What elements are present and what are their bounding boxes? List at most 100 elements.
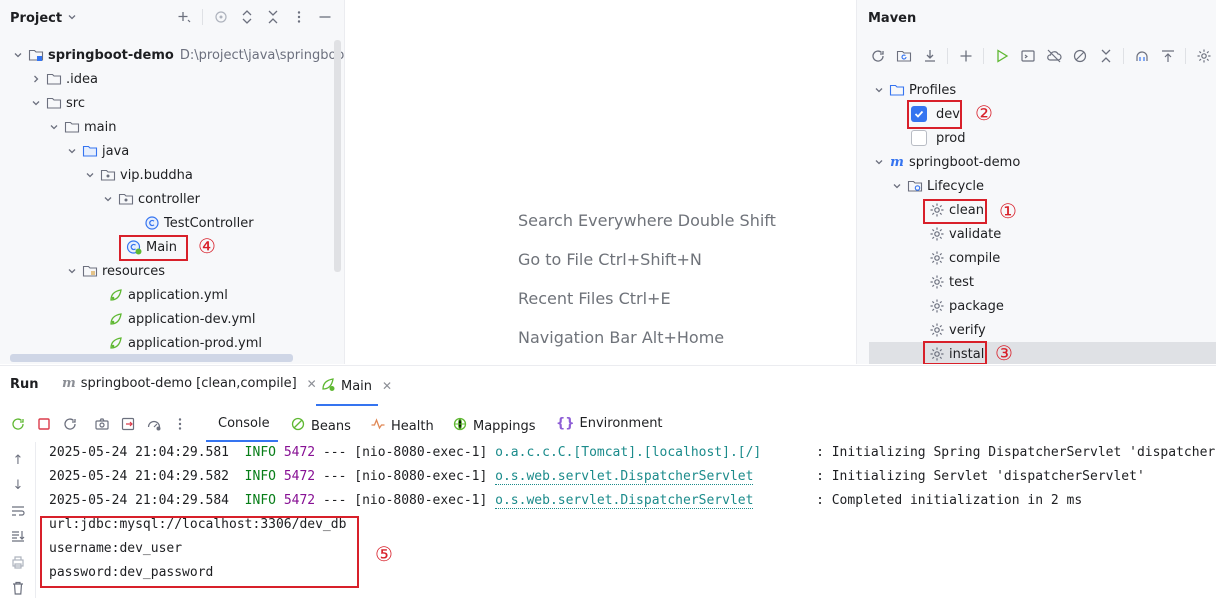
more-options-icon[interactable] xyxy=(172,416,188,432)
folder-reload-icon[interactable] xyxy=(895,47,912,64)
highlight-main xyxy=(119,235,188,261)
minimize-icon[interactable] xyxy=(317,9,333,25)
soft-wrap-icon[interactable] xyxy=(10,503,26,519)
chevron-down-icon[interactable] xyxy=(67,11,77,26)
scroll-to-end-icon[interactable] xyxy=(10,528,26,544)
tree-item-testcontroller[interactable]: TestController xyxy=(144,211,254,235)
phase-compile[interactable]: compile xyxy=(929,246,1000,270)
tab-springboot-demo-clean-compile[interactable]: m springboot-demo [clean,compile] ✕ xyxy=(62,376,317,391)
restart-icon[interactable] xyxy=(62,416,78,432)
tree-item-vip-buddha[interactable]: vip.buddha xyxy=(82,163,193,187)
tab-mappings[interactable]: Mappings xyxy=(452,416,536,436)
arrow-down-icon[interactable]: ↓ xyxy=(10,477,26,493)
phase-test[interactable]: test xyxy=(929,270,974,294)
tree-item-springboot-demo[interactable]: springboot-demo D:\project\java\springbo… xyxy=(10,43,344,67)
tree-item-maven-project[interactable]: m springboot-demo xyxy=(871,150,1020,174)
tree-item-label: TestController xyxy=(164,215,254,231)
collapse-icon[interactable] xyxy=(1097,47,1114,64)
run-title: Run xyxy=(10,377,39,392)
offline-icon[interactable] xyxy=(1045,47,1062,64)
resources-folder-icon xyxy=(82,263,98,279)
chevron-down-icon[interactable] xyxy=(871,82,887,98)
tree-item-lifecycle[interactable]: Lifecycle xyxy=(889,174,984,198)
chevron-down-icon[interactable] xyxy=(889,178,905,194)
tree-item-resources[interactable]: resources xyxy=(64,259,165,283)
phase-verify[interactable]: verify xyxy=(929,318,986,342)
stop-icon[interactable] xyxy=(36,416,52,432)
console-tab-label: Mappings xyxy=(473,418,536,434)
project-title[interactable]: Project xyxy=(10,11,62,26)
print-icon[interactable] xyxy=(10,554,26,570)
tree-item-profiles[interactable]: Profiles xyxy=(871,78,956,102)
active-console-tab-indicator xyxy=(206,440,278,442)
profile-prod-checkbox[interactable] xyxy=(911,130,927,146)
tree-item-src[interactable]: src xyxy=(28,91,85,115)
highlight-install xyxy=(923,341,987,364)
tab-environment[interactable]: {} Environment xyxy=(556,416,663,431)
run-tabs-bar: Run m springboot-demo [clean,compile] ✕ … xyxy=(0,366,1216,406)
tab-health[interactable]: Health xyxy=(370,416,434,436)
close-icon[interactable]: ✕ xyxy=(382,379,392,393)
phase-package[interactable]: package xyxy=(929,294,1004,318)
chevron-down-icon[interactable] xyxy=(28,95,44,111)
folder-icon xyxy=(46,95,62,111)
camera-icon[interactable] xyxy=(94,416,110,432)
chevron-down-icon[interactable] xyxy=(100,191,116,207)
profiler-icon[interactable] xyxy=(146,416,162,432)
profile-prod[interactable]: prod xyxy=(911,126,966,150)
console-tab-label: Health xyxy=(391,418,434,434)
chevron-right-icon[interactable] xyxy=(28,71,44,87)
download-icon[interactable] xyxy=(921,47,938,64)
phase-validate[interactable]: validate xyxy=(929,222,1001,246)
add-icon[interactable] xyxy=(176,9,192,25)
reload-icon[interactable] xyxy=(869,47,886,64)
skip-tests-icon[interactable] xyxy=(1071,47,1088,64)
chevron-down-icon[interactable] xyxy=(46,119,62,135)
maven-title: Maven xyxy=(868,11,917,26)
chevron-down-icon[interactable] xyxy=(10,47,26,63)
folder-icon xyxy=(46,71,62,87)
project-path: D:\project\java\springboot-der xyxy=(179,47,344,63)
tree-item-label: main xyxy=(84,119,117,135)
chevron-down-icon[interactable] xyxy=(871,154,887,170)
tree-item-controller[interactable]: controller xyxy=(100,187,200,211)
tree-item-java[interactable]: java xyxy=(64,139,129,163)
tab-beans[interactable]: Beans xyxy=(290,416,351,436)
tree-item-label: java xyxy=(102,143,130,159)
horizontal-scrollbar[interactable] xyxy=(10,354,293,362)
show-diagram-icon[interactable] xyxy=(1159,47,1176,64)
run-icon[interactable] xyxy=(993,47,1010,64)
tree-item-label: .idea xyxy=(66,71,98,87)
module-folder-icon xyxy=(28,47,44,63)
folder-icon xyxy=(64,119,80,135)
tree-item-application-prod-yml[interactable]: application-prod.yml xyxy=(108,331,262,355)
beans-icon xyxy=(290,416,306,436)
vertical-scrollbar[interactable] xyxy=(334,40,341,272)
exit-icon[interactable] xyxy=(120,416,136,432)
phase-label: verify xyxy=(949,322,986,338)
tree-item-application-yml[interactable]: application.yml xyxy=(108,283,228,307)
add-icon[interactable] xyxy=(957,47,974,64)
locate-icon[interactable] xyxy=(213,9,229,25)
dependency-analyzer-icon[interactable] xyxy=(1133,47,1150,64)
run-toolbar: Console Beans Health Mappings {} Environ… xyxy=(0,406,1216,442)
tree-item-main[interactable]: main xyxy=(46,115,116,139)
collapse-all-icon[interactable] xyxy=(265,9,281,25)
execute-goal-icon[interactable] xyxy=(1019,47,1036,64)
chevron-down-icon[interactable] xyxy=(64,143,80,159)
expand-all-icon[interactable] xyxy=(239,9,255,25)
package-icon xyxy=(118,191,134,207)
more-options-icon[interactable] xyxy=(291,9,307,25)
tab-console[interactable]: Console xyxy=(218,416,270,431)
tree-item-application-dev-yml[interactable]: application-dev.yml xyxy=(108,307,255,331)
settings-gear-icon[interactable] xyxy=(1195,47,1212,64)
selected-row-background xyxy=(869,342,1216,364)
chevron-down-icon[interactable] xyxy=(82,167,98,183)
tab-main[interactable]: Main ✕ xyxy=(320,376,392,396)
rerun-icon[interactable] xyxy=(10,416,26,432)
tree-item-idea[interactable]: .idea xyxy=(28,67,98,91)
trash-icon[interactable] xyxy=(10,580,26,596)
arrow-up-icon[interactable]: ↑ xyxy=(10,452,26,468)
close-icon[interactable]: ✕ xyxy=(307,377,317,391)
chevron-down-icon[interactable] xyxy=(64,263,80,279)
